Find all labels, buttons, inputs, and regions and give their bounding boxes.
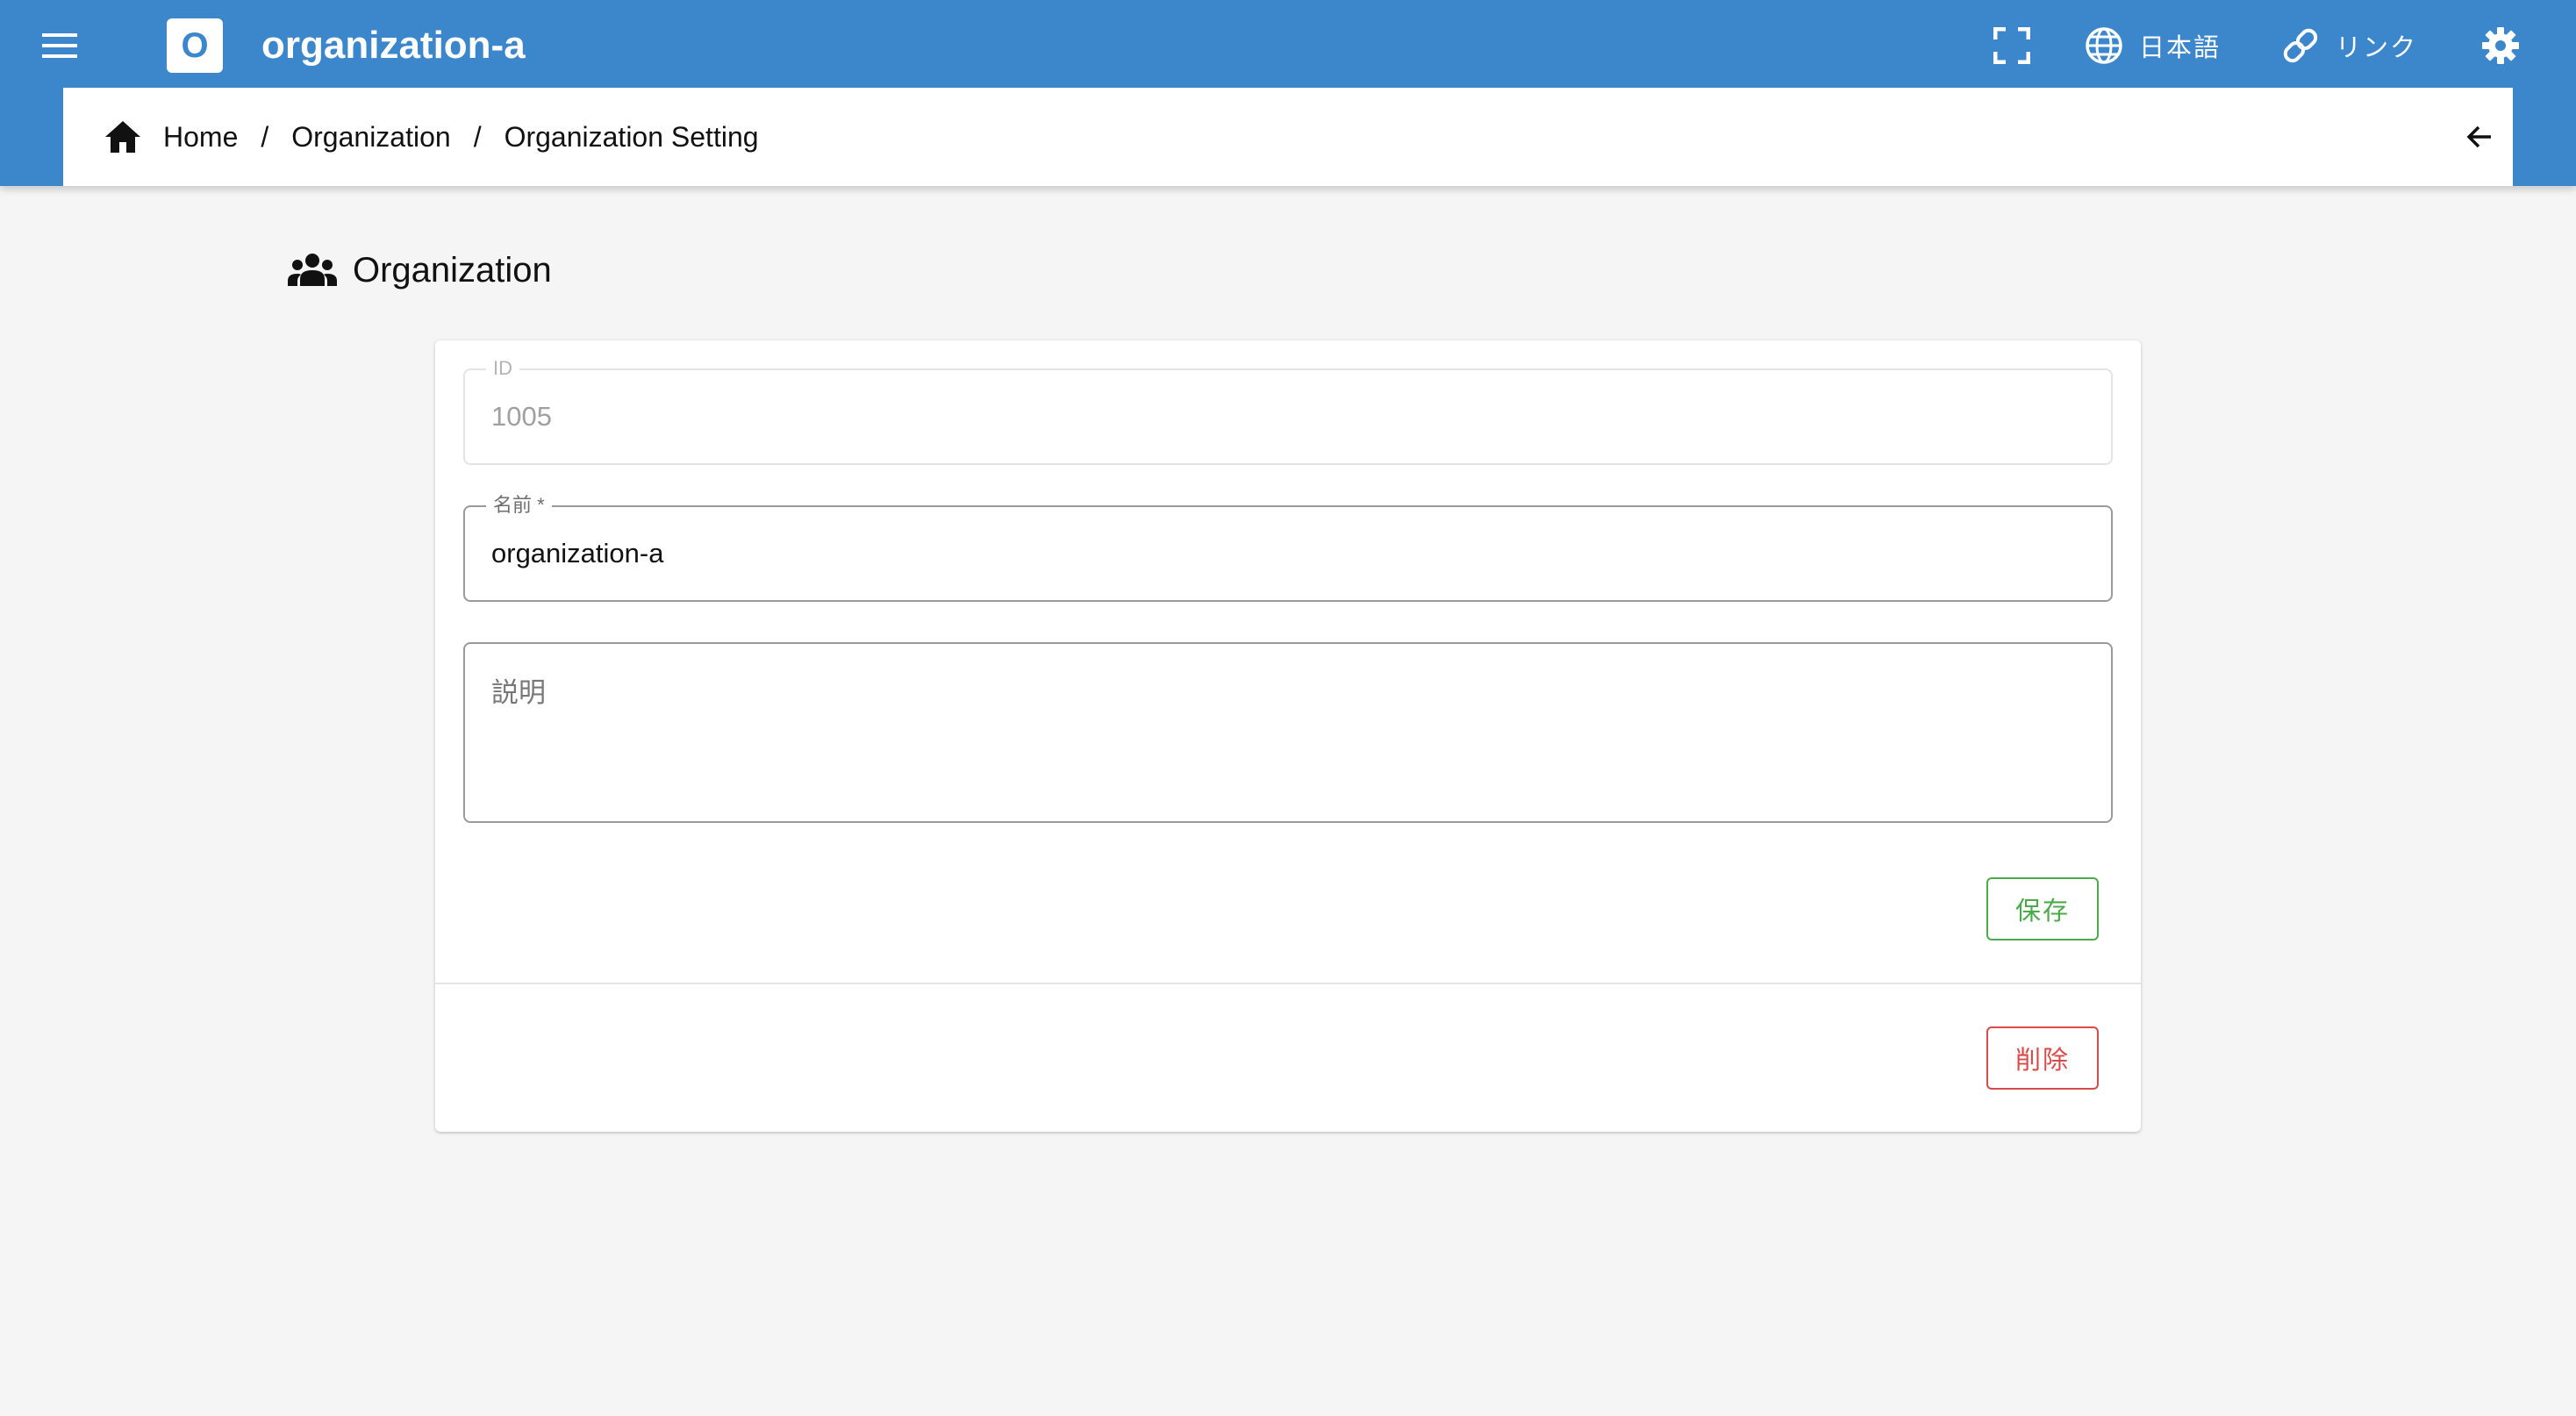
app-bar-top: O organization-a 日本語 リンク (0, 0, 2576, 88)
menu-button[interactable] (35, 21, 84, 70)
app-logo[interactable]: O (167, 18, 223, 73)
id-field: ID (463, 358, 2113, 465)
home-icon (105, 121, 140, 153)
settings-button[interactable] (2481, 19, 2520, 72)
link-label: リンク (2336, 34, 2418, 62)
page-title-text: Organization (353, 250, 552, 290)
breadcrumb-organization[interactable]: Organization (291, 121, 450, 154)
breadcrumb-organization-setting: Organization Setting (504, 120, 759, 153)
page-title: Organization (288, 246, 552, 295)
home-button[interactable] (104, 118, 142, 156)
delete-button[interactable]: 削除 (1986, 1026, 2099, 1090)
gear-icon (2482, 27, 2519, 64)
link-icon (2283, 28, 2318, 63)
breadcrumb: Home / Organization / Organization Setti… (63, 88, 2513, 186)
logo-letter: O (181, 25, 209, 65)
fullscreen-button[interactable] (1993, 19, 2030, 72)
app-bar: O organization-a 日本語 リンク Home / Organiza… (0, 0, 2576, 186)
breadcrumb-separator: / (473, 120, 482, 153)
arrow-left-icon (2466, 125, 2491, 148)
globe-icon (2086, 27, 2122, 64)
back-button[interactable] (2460, 118, 2499, 156)
description-field[interactable] (463, 642, 2113, 823)
breadcrumb-separator: / (261, 120, 269, 153)
fullscreen-icon (1993, 27, 2030, 64)
people-icon (288, 254, 337, 286)
save-button[interactable]: 保存 (1986, 877, 2099, 940)
description-textarea[interactable] (491, 670, 2071, 802)
link-button[interactable]: リンク (2281, 19, 2417, 72)
name-field[interactable]: 名前 * (463, 495, 2113, 602)
id-input (491, 370, 2071, 463)
name-input[interactable] (491, 507, 2071, 600)
divider (435, 983, 2141, 984)
organization-form-card: ID 名前 * 保存 削除 (435, 340, 2141, 1132)
breadcrumb-home[interactable]: Home (163, 121, 238, 154)
language-button[interactable]: 日本語 (2085, 19, 2221, 72)
language-label: 日本語 (2139, 34, 2222, 62)
app-title: organization-a (261, 24, 526, 67)
menu-icon (42, 33, 77, 58)
